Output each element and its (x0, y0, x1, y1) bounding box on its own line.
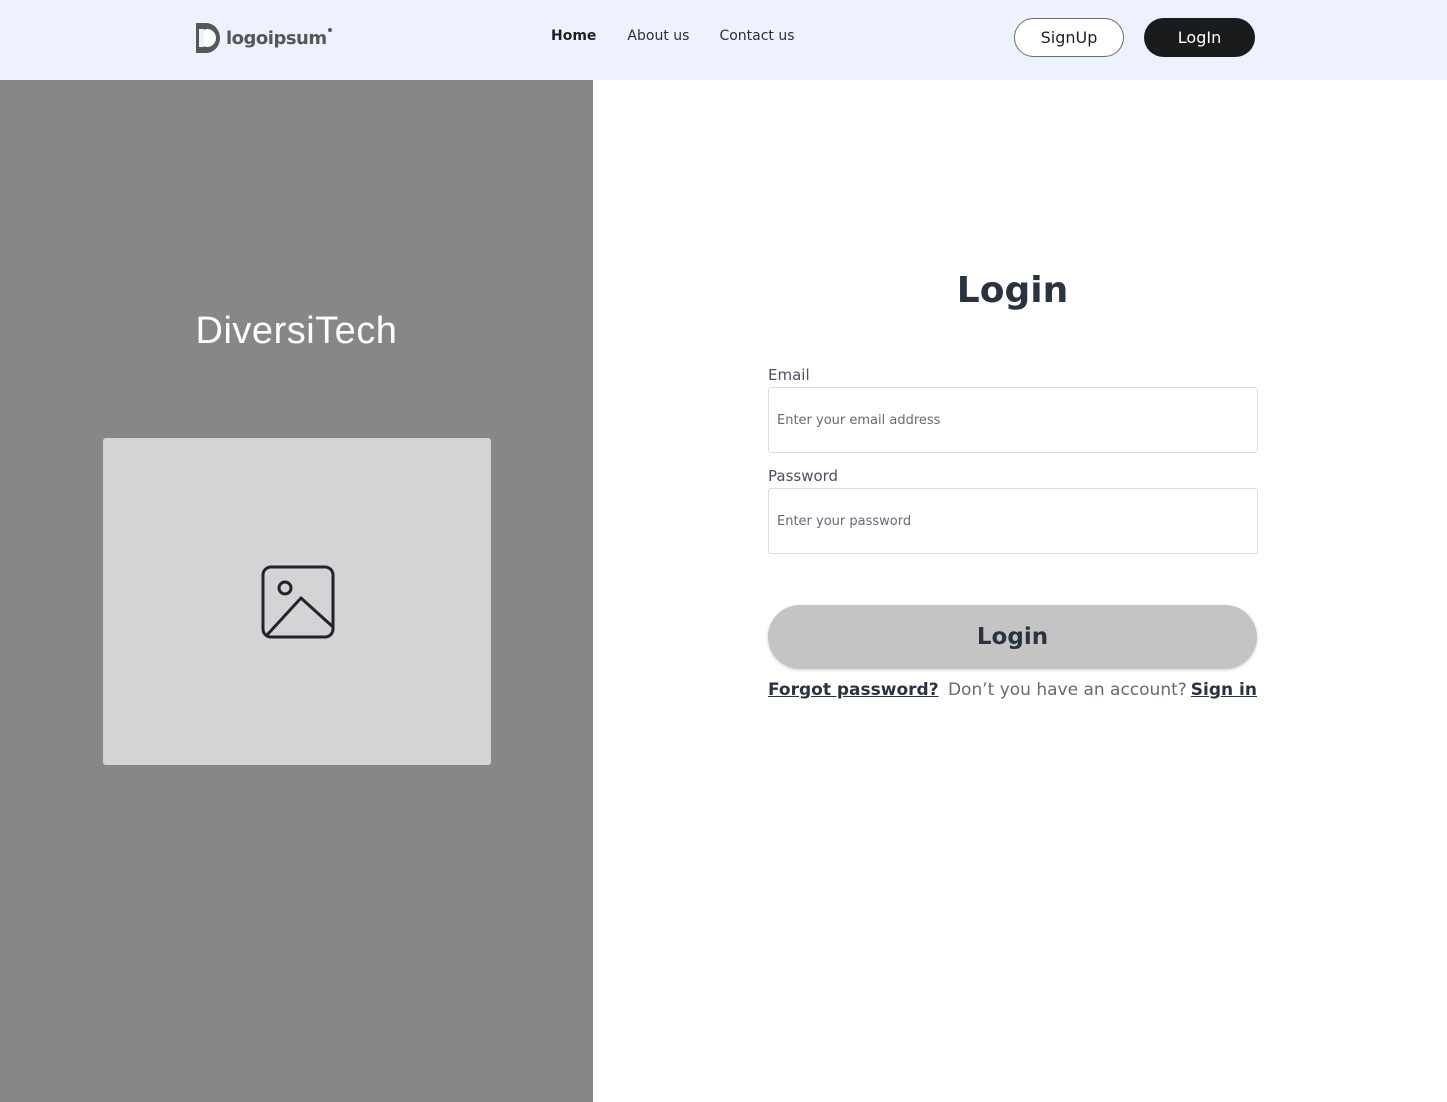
image-icon (261, 565, 335, 639)
logo-text: logoipsum (226, 27, 327, 49)
nav-link-about[interactable]: About us (627, 28, 689, 44)
brand-title: DiversiTech (195, 310, 398, 352)
no-account-text: Don’t you have an account? (947, 680, 1187, 700)
nav-link-contact[interactable]: Contact us (719, 28, 794, 44)
email-label: Email (768, 366, 810, 384)
signin-prompt: Don’t you have an account? Sign in (948, 680, 1257, 700)
nav-link-home[interactable]: Home (551, 28, 596, 44)
logo-icon (196, 23, 220, 53)
password-input[interactable] (768, 488, 1258, 554)
main-nav: Home About us Contact us (551, 28, 795, 44)
login-submit-button[interactable]: Login (768, 605, 1257, 669)
header-login-button[interactable]: LogIn (1144, 18, 1255, 57)
logo[interactable]: logoipsum (196, 22, 332, 54)
signup-button[interactable]: SignUp (1014, 18, 1124, 57)
top-navbar: logoipsum Home About us Contact us SignU… (0, 0, 1447, 80)
password-label: Password (768, 467, 839, 485)
image-placeholder (103, 438, 491, 765)
signin-link[interactable]: Sign in (1191, 680, 1257, 700)
left-hero-panel: DiversiTech (0, 80, 593, 1102)
forgot-password-link[interactable]: Forgot password? (768, 680, 939, 700)
login-title: Login (956, 270, 1069, 311)
email-input[interactable] (768, 387, 1258, 453)
logo-dot (327, 28, 332, 32)
